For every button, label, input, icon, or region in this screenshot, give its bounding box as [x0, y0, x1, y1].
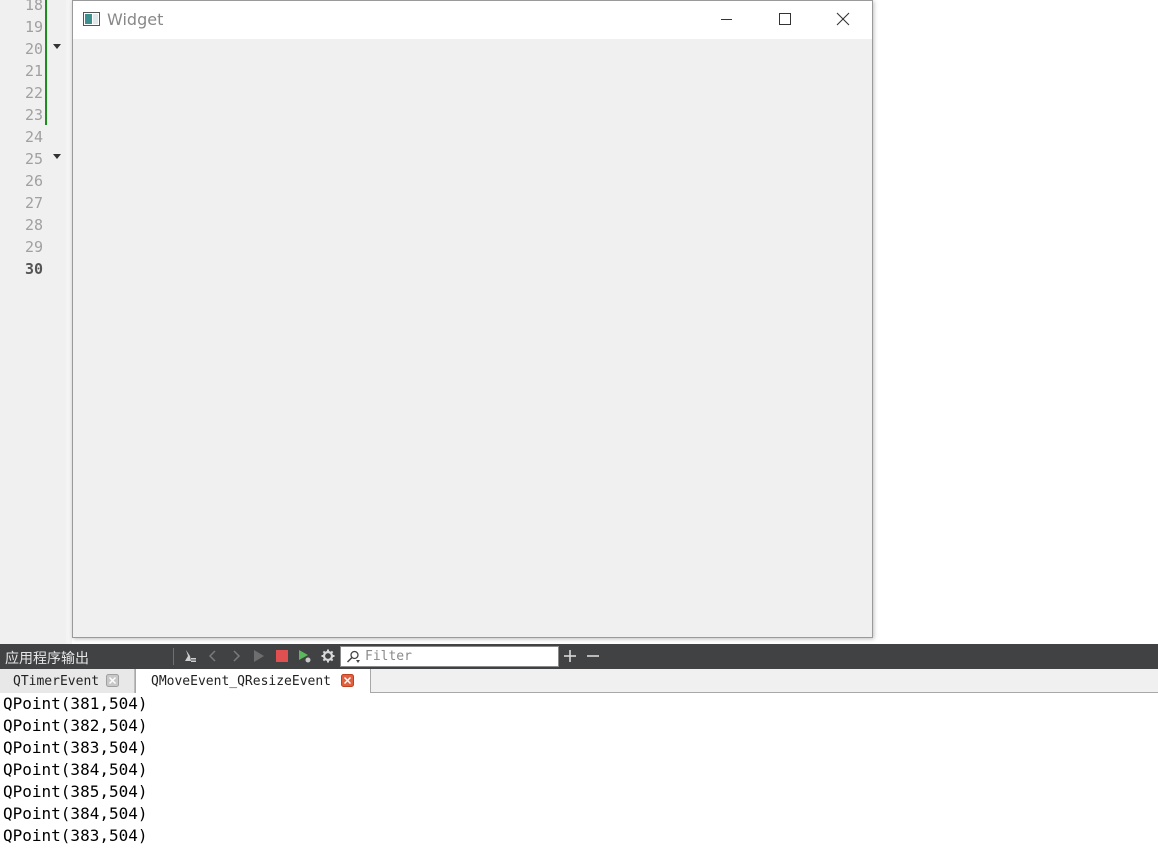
app-window-icon [83, 12, 100, 26]
run-icon[interactable] [252, 649, 266, 663]
next-icon[interactable] [229, 649, 243, 663]
tab-qtimerevent[interactable]: QTimerEvent [0, 669, 135, 693]
change-marker [45, 0, 47, 125]
line-number: 23 [24, 106, 43, 124]
maximize-icon [779, 13, 791, 25]
window-title: Widget [107, 10, 164, 29]
filter-input[interactable] [365, 647, 555, 666]
filter-box[interactable] [340, 646, 559, 667]
maximize-button[interactable] [755, 1, 813, 39]
output-pane-title: 应用程序输出 [5, 651, 89, 667]
line-number: 21 [24, 62, 43, 80]
output-line: QPoint(385,504) [3, 782, 148, 801]
zoom-in-icon[interactable] [563, 649, 577, 663]
line-number: 24 [24, 128, 43, 146]
line-number: 18 [24, 0, 43, 14]
line-number: 26 [24, 172, 43, 190]
debug-run-icon[interactable] [298, 649, 312, 663]
line-number: 19 [24, 18, 43, 36]
output-line: QPoint(384,504) [3, 804, 148, 823]
zoom-out-icon[interactable] [586, 649, 600, 663]
tab-label: QMoveEvent_QResizeEvent [151, 674, 332, 689]
tab-close-icon[interactable] [341, 674, 354, 687]
window-titlebar[interactable]: Widget [73, 1, 872, 39]
fold-arrow-icon[interactable] [53, 154, 61, 159]
fold-arrow-icon[interactable] [53, 44, 61, 49]
tab-close-icon[interactable] [106, 674, 119, 687]
close-icon [836, 12, 850, 26]
widget-window[interactable]: Widget [72, 0, 873, 638]
line-number: 25 [24, 150, 43, 168]
current-line-number: 30 [24, 260, 43, 278]
output-line: QPoint(381,504) [3, 694, 148, 713]
line-number: 29 [24, 238, 43, 256]
application-output[interactable]: QPoint(381,504) QPoint(382,504) QPoint(3… [0, 693, 1158, 867]
output-pane-toolbar: 应用程序输出 [0, 644, 1158, 669]
line-number: 28 [24, 216, 43, 234]
stop-icon[interactable] [275, 649, 289, 663]
clear-icon[interactable] [183, 649, 197, 663]
filter-icon [346, 650, 360, 663]
line-number: 22 [24, 84, 43, 102]
previous-icon[interactable] [206, 649, 220, 663]
output-line: QPoint(383,504) [3, 826, 148, 845]
minimize-icon [721, 19, 732, 20]
output-line: QPoint(384,504) [3, 760, 148, 779]
output-line: QPoint(383,504) [3, 738, 148, 757]
toolbar-separator [173, 648, 174, 665]
line-number: 27 [24, 194, 43, 212]
output-tab-bar: QTimerEvent QMoveEvent_QResizeEvent [0, 669, 1158, 693]
close-button[interactable] [813, 1, 871, 39]
settings-icon[interactable] [321, 649, 335, 663]
window-client-area[interactable] [73, 39, 872, 637]
output-line: QPoint(382,504) [3, 716, 148, 735]
tab-label: QTimerEvent [13, 674, 100, 689]
line-number-gutter: 18 19 20 21 22 23 24 25 26 27 28 29 30 [0, 0, 66, 644]
minimize-button[interactable] [697, 1, 755, 39]
line-number: 20 [24, 40, 43, 58]
tab-qmoveevent-qresizeevent[interactable]: QMoveEvent_QResizeEvent [135, 669, 371, 693]
